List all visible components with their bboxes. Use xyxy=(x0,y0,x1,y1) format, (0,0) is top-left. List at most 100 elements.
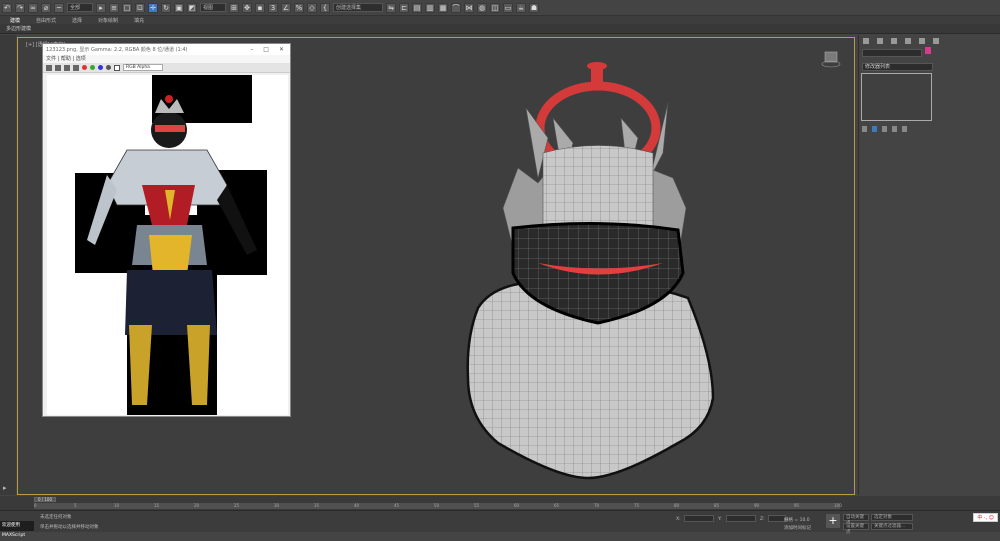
layer-explorer-icon[interactable]: ▥ xyxy=(425,2,435,13)
modifier-list-dropdown[interactable]: 修改器列表 xyxy=(862,63,933,71)
rendered-frame-window-icon[interactable]: ▭ xyxy=(503,2,513,13)
make-unique-icon[interactable] xyxy=(882,126,887,132)
key-filters-button[interactable]: 关键点过滤器... xyxy=(871,523,913,530)
image-window-toolbar: RGB Alpha xyxy=(43,63,290,73)
toggle-scene-explorer-icon[interactable]: ▤ xyxy=(412,2,422,13)
add-key-icon[interactable]: + xyxy=(826,514,840,528)
add-time-tag-button[interactable]: 添加时间标记 xyxy=(784,525,811,531)
curve-editor-icon[interactable]: ⌒ xyxy=(451,2,461,13)
create-tab-icon[interactable] xyxy=(863,38,869,44)
keyboard-shortcut-icon[interactable]: ▪ xyxy=(255,2,265,13)
maximize-icon[interactable]: □ xyxy=(263,46,269,53)
configure-modifier-sets-icon[interactable] xyxy=(902,126,907,132)
snaps-toggle-icon[interactable]: 3 xyxy=(268,2,278,13)
ime-indicator[interactable]: 中 ·, ☺ xyxy=(973,513,998,522)
viewport-arrow-icon[interactable]: ▸ xyxy=(3,484,7,492)
unlink-icon[interactable]: ⌀ xyxy=(41,2,51,13)
timeline-tick-label: 15 xyxy=(154,503,160,508)
rotate-icon[interactable]: ↻ xyxy=(161,2,171,13)
reference-image-canvas xyxy=(47,75,288,415)
viewcube-icon[interactable] xyxy=(820,48,842,70)
tab-populate[interactable]: 填充 xyxy=(134,17,144,24)
move-icon[interactable]: ✛ xyxy=(148,2,158,13)
remove-modifier-icon[interactable] xyxy=(892,126,897,132)
timeline-tick-label: 100 xyxy=(834,503,842,508)
tab-freeform[interactable]: 自由形式 xyxy=(36,17,56,24)
rendered-image-window[interactable]: 123123.png, 显示 Gamma: 2.2, RGBA 颜色 8 位/通… xyxy=(42,43,291,417)
mono-icon[interactable] xyxy=(114,64,120,71)
named-selection-dropdown[interactable]: 创建选择集 xyxy=(333,3,383,12)
tab-selection[interactable]: 选择 xyxy=(72,17,82,24)
utilities-tab-icon[interactable] xyxy=(933,38,939,44)
select-object-icon[interactable]: ▸ xyxy=(96,2,106,13)
time-slider[interactable]: 0 / 100 xyxy=(34,497,56,502)
window-crossing-icon[interactable]: ⊡ xyxy=(135,2,145,13)
hierarchy-tab-icon[interactable] xyxy=(891,38,897,44)
minimize-icon[interactable]: – xyxy=(250,46,253,53)
image-window-title: 123123.png, 显示 Gamma: 2.2, RGBA 颜色 8 位/通… xyxy=(46,47,188,53)
tab-modeling[interactable]: 建模 xyxy=(10,17,20,24)
green-channel-icon[interactable] xyxy=(90,65,95,70)
selection-filter-dropdown[interactable]: 全部 xyxy=(67,3,93,12)
alpha-channel-icon[interactable] xyxy=(106,65,111,70)
render-setup-icon[interactable]: ◫ xyxy=(490,2,500,13)
helmet-model[interactable] xyxy=(438,58,738,483)
mirror-icon[interactable]: ⇋ xyxy=(386,2,396,13)
ribbon-toggle-icon[interactable]: ▦ xyxy=(438,2,448,13)
select-by-name-icon[interactable]: ≡ xyxy=(109,2,119,13)
bind-spacewarp-icon[interactable]: ~ xyxy=(54,2,64,13)
blue-channel-icon[interactable] xyxy=(98,65,103,70)
place-icon[interactable]: ◩ xyxy=(187,2,197,13)
show-end-result-icon[interactable] xyxy=(872,126,877,132)
edit-named-sel-icon[interactable]: { xyxy=(320,2,330,13)
image-window-titlebar[interactable]: 123123.png, 显示 Gamma: 2.2, RGBA 颜色 8 位/通… xyxy=(43,44,290,55)
spinner-snap-icon[interactable]: ◇ xyxy=(307,2,317,13)
display-tab-icon[interactable] xyxy=(919,38,925,44)
maxscript-listener[interactable]: 欢迎使用 MAXScript xyxy=(0,521,34,538)
timeline-tick-label: 55 xyxy=(474,503,480,508)
image-window-menu[interactable]: 文件 | 帮助 | 选项 xyxy=(43,55,290,63)
clone-window-icon[interactable] xyxy=(64,64,70,71)
render-production-icon[interactable]: ☕ xyxy=(516,2,526,13)
percent-snap-icon[interactable]: % xyxy=(294,2,304,13)
angle-snap-icon[interactable]: ∠ xyxy=(281,2,291,13)
set-key-button[interactable]: 设置关键点 xyxy=(843,523,869,535)
close-icon[interactable]: ✕ xyxy=(279,46,284,53)
scale-icon[interactable]: ▣ xyxy=(174,2,184,13)
reference-coord-dropdown[interactable]: 视图 xyxy=(200,3,226,12)
timeline-tick-label: 60 xyxy=(514,503,520,508)
object-color-swatch[interactable] xyxy=(925,47,931,54)
timeline-tick-label: 75 xyxy=(634,503,640,508)
timeline-tick-label: 10 xyxy=(114,503,120,508)
object-name-field[interactable] xyxy=(862,49,922,57)
timeline-tick-label: 70 xyxy=(594,503,600,508)
x-label: X: xyxy=(676,517,681,522)
modifier-stack[interactable] xyxy=(861,73,932,121)
red-channel-icon[interactable] xyxy=(82,65,87,70)
channel-dropdown[interactable]: RGB Alpha xyxy=(123,64,163,71)
clear-icon[interactable] xyxy=(73,64,79,71)
copy-image-icon[interactable] xyxy=(55,64,61,71)
x-coordinate-field[interactable] xyxy=(684,515,714,522)
align-icon[interactable]: ⊏ xyxy=(399,2,409,13)
material-editor-icon[interactable]: ◍ xyxy=(477,2,487,13)
render-iterative-icon[interactable]: ☗ xyxy=(529,2,539,13)
redo-icon[interactable]: ↷ xyxy=(15,2,25,13)
pin-stack-icon[interactable] xyxy=(862,126,867,132)
modify-tab-icon[interactable] xyxy=(877,38,883,44)
selected-objects-dropdown[interactable]: 选定对象 xyxy=(871,514,913,521)
link-icon[interactable]: ∞ xyxy=(28,2,38,13)
save-image-icon[interactable] xyxy=(46,64,52,71)
select-manipulate-icon[interactable]: ✥ xyxy=(242,2,252,13)
polygon-modeling-panel[interactable]: 多边形建模 xyxy=(0,24,1000,34)
tab-object-paint[interactable]: 对象绘制 xyxy=(98,17,118,24)
y-coordinate-field[interactable] xyxy=(726,515,756,522)
schematic-view-icon[interactable]: ⋈ xyxy=(464,2,474,13)
main-toolbar: ↶ ↷ ∞ ⌀ ~ 全部 ▸ ≡ □ ⊡ ✛ ↻ ▣ ◩ 视图 ⊞ ✥ ▪ 3 … xyxy=(0,0,1000,16)
pivot-icon[interactable]: ⊞ xyxy=(229,2,239,13)
timeline-tick-label: 80 xyxy=(674,503,680,508)
undo-icon[interactable]: ↶ xyxy=(2,2,12,13)
motion-tab-icon[interactable] xyxy=(905,38,911,44)
auto-key-button[interactable]: 自动关键点 xyxy=(843,514,869,526)
rect-selection-icon[interactable]: □ xyxy=(122,2,132,13)
